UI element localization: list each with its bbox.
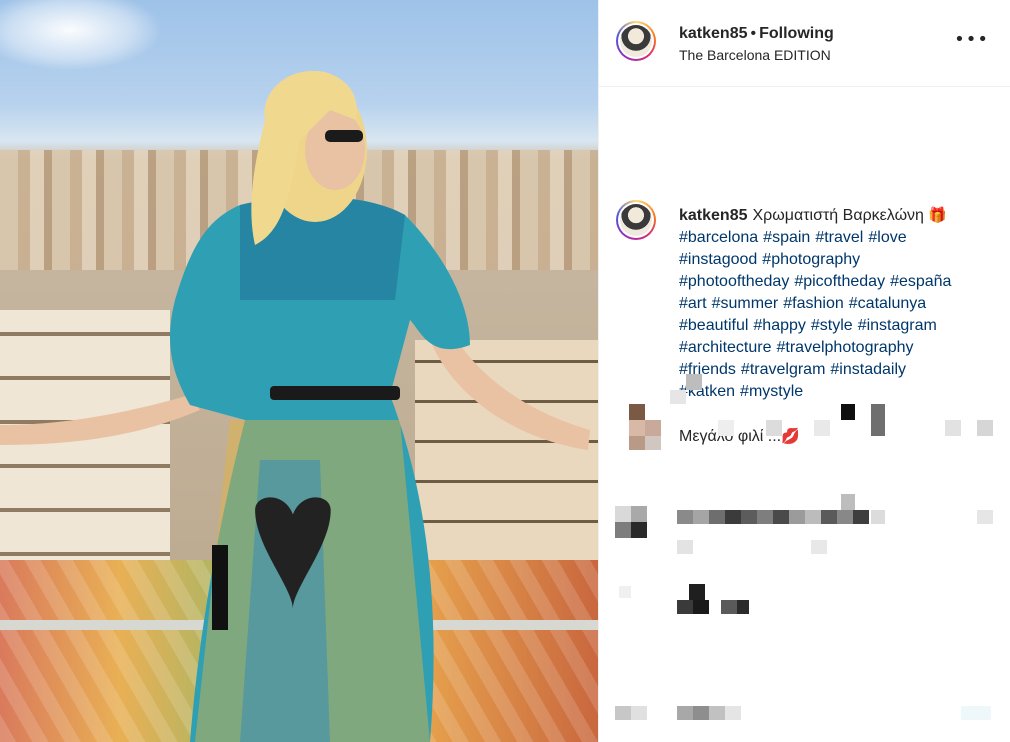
hashtag-list: #barcelona #spain #travel #love #instagood #p… [679,229,956,400]
hashtag-link[interactable]: #catalunya [849,295,926,312]
redacted-block [811,540,827,554]
redacted-block [670,390,686,404]
hashtag-link[interactable]: #photography [762,251,860,268]
redacted-block [615,522,631,538]
redacted-block [677,600,693,614]
gift-icon: 🎁 [928,206,948,224]
hashtag-link[interactable]: #art [679,295,707,312]
hashtag-link[interactable]: #instagram [858,317,937,334]
redacted-block [615,506,631,522]
photo-woman-figure [0,70,590,742]
redacted-block [629,404,645,420]
redacted-block [821,510,837,524]
redacted-block [721,600,737,614]
redacted-block [645,436,661,450]
redacted-block [737,600,749,614]
redacted-block [677,540,693,554]
instagram-post: katken85 • Following The Barcelona EDITION… [0,0,1010,742]
hashtag-link[interactable]: #travel [815,229,863,246]
redacted-block [766,420,782,436]
hashtag-link[interactable]: #travelphotography [777,339,914,356]
caption-username-link[interactable]: katken85 [679,207,748,224]
redacted-block [615,706,631,720]
avatar-ring [618,23,654,59]
redacted-block [631,506,647,522]
redacted-block [741,510,757,524]
avatar-image [620,25,652,57]
hashtag-link[interactable]: #love [868,229,906,246]
hashtag-link[interactable]: #beautiful [679,317,748,334]
location-link[interactable]: The Barcelona EDITION [679,47,834,63]
hashtag-link[interactable]: #architecture [679,339,772,356]
redacted-block [841,494,855,510]
hashtag-link[interactable]: #picoftheday [794,273,885,290]
caption-avatar-ring [618,202,654,238]
redacted-block [689,584,705,600]
following-button[interactable]: Following [759,25,834,43]
separator-dot: • [750,25,757,42]
redacted-block [709,510,725,524]
hashtag-link[interactable]: #instagood [679,251,757,268]
redacted-block [693,510,709,524]
redacted-block [693,706,709,720]
redacted-block [709,706,725,720]
post-photo[interactable] [0,0,598,742]
redacted-block [837,510,853,524]
redacted-block [871,404,885,436]
redacted-block [841,404,855,420]
hashtag-link[interactable]: #mystyle [740,383,803,400]
redacted-block [677,510,693,524]
redacted-block [631,706,647,720]
redacted-block [693,600,709,614]
hashtag-link[interactable]: #travelgram [741,361,825,378]
redacted-block [725,510,741,524]
caption-avatar-image [620,204,652,236]
hashtag-link[interactable]: #spain [763,229,810,246]
header-names: katken85 • Following The Barcelona EDITION [679,25,834,63]
caption-avatar[interactable] [616,200,656,240]
hashtag-link[interactable]: #españa [890,273,951,290]
redacted-block [871,510,885,524]
hashtag-link[interactable]: #style [811,317,853,334]
redacted-block [631,522,647,538]
post-side-panel: katken85 • Following The Barcelona EDITION… [598,0,1010,742]
hashtag-link[interactable]: #barcelona [679,229,758,246]
redacted-block [789,510,805,524]
redacted-block [853,510,869,524]
redacted-block [977,510,993,524]
redacted-block [629,436,645,450]
author-username-link[interactable]: katken85 [679,25,748,42]
redacted-block [677,706,693,720]
hashtag-link[interactable]: #happy [753,317,806,334]
redacted-block [961,706,991,720]
redacted-block [773,510,789,524]
hashtag-link[interactable]: #summer [712,295,779,312]
post-header: katken85 • Following The Barcelona EDITION… [599,0,1010,87]
redacted-block [757,510,773,524]
author-avatar[interactable] [616,21,656,61]
caption-body: Χρωματιστή Βαρκελώνη [752,207,924,224]
redacted-block [645,420,661,436]
redacted-block [629,420,645,436]
kiss-icon: 💋 [781,427,800,445]
redacted-block [619,586,631,598]
hashtag-link[interactable]: #instadaily [830,361,906,378]
redacted-block [805,510,821,524]
more-options-icon[interactable]: ••• [948,31,995,49]
redacted-block [945,420,961,436]
redacted-block [814,420,830,436]
redacted-block [977,420,993,436]
redacted-block [718,420,734,436]
redacted-block [686,374,702,390]
caption-text: katken85 Χρωματιστή Βαρκελώνη 🎁 #barcelon… [679,204,989,403]
hashtag-link[interactable]: #fashion [783,295,844,312]
redacted-block [725,706,741,720]
hashtag-link[interactable]: #photooftheday [679,273,789,290]
